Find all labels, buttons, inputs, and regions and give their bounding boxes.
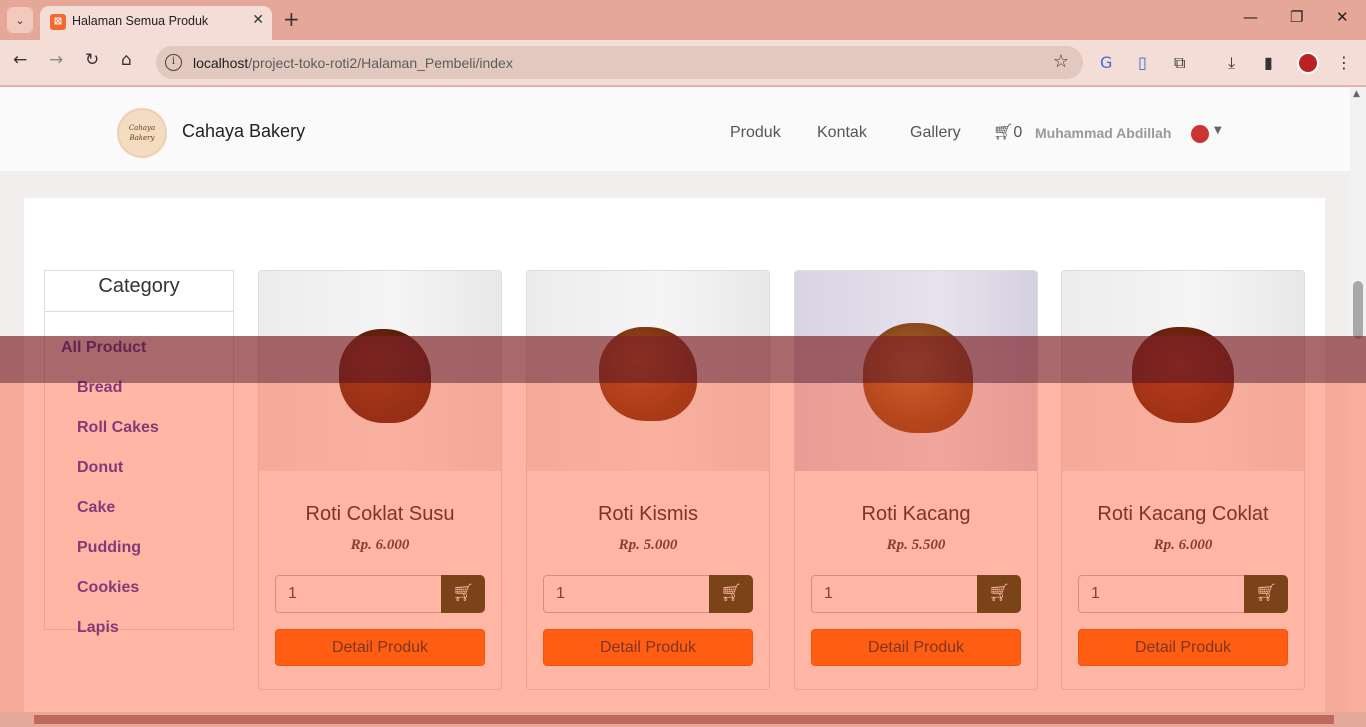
scroll-up-icon[interactable]: ▲: [1353, 89, 1360, 99]
product-card: Roti Kacang Rp. 5.500 1 🛒︎ Detail Produk: [794, 270, 1038, 690]
caret-down-icon[interactable]: ▼: [1214, 125, 1222, 136]
add-to-cart-button[interactable]: 🛒︎: [977, 575, 1021, 613]
main-content: Category All Product Bread Roll Cakes Do…: [24, 198, 1325, 727]
tab-title: Halaman Semua Produk: [72, 14, 209, 28]
site-navbar: Cahaya Bakery Cahaya Bakery Produk Konta…: [0, 87, 1350, 171]
nav-produk[interactable]: Produk: [730, 124, 781, 142]
product-name: Roti Kacang: [861, 503, 971, 525]
category-lapis[interactable]: Lapis: [77, 619, 119, 637]
product-image[interactable]: [1062, 271, 1304, 471]
category-all-product[interactable]: All Product: [61, 339, 146, 357]
product-card: Roti Coklat Susu Rp. 6.000 1 🛒︎ Detail P…: [258, 270, 502, 690]
category-roll-cakes[interactable]: Roll Cakes: [77, 419, 159, 437]
tab-search-chevron-icon[interactable]: ⌄: [7, 7, 33, 33]
bookmark-star-icon[interactable]: ☆: [1053, 51, 1069, 72]
reload-icon[interactable]: ↻: [85, 50, 99, 70]
translate-icon[interactable]: G: [1100, 53, 1112, 72]
forward-arrow-icon[interactable]: →: [49, 50, 63, 70]
add-to-cart-button[interactable]: 🛒︎: [441, 575, 485, 613]
cart-plus-icon: 🛒︎: [988, 583, 1010, 603]
reader-icon[interactable]: ▯: [1138, 53, 1147, 72]
product-price: Rp. 6.000: [1153, 537, 1213, 553]
detail-product-button[interactable]: Detail Produk: [1078, 629, 1288, 666]
add-to-cart-button[interactable]: 🛒︎: [709, 575, 753, 613]
cart-icon: 🛒︎: [993, 124, 1014, 141]
browser-toolbar: ← → ↻ ⌂ i localhost/project-toko-roti2/H…: [0, 40, 1366, 86]
user-avatar[interactable]: [1191, 125, 1209, 143]
web-page: Cahaya Bakery Cahaya Bakery Produk Konta…: [0, 87, 1350, 727]
product-image[interactable]: [795, 271, 1037, 471]
download-icon[interactable]: ⤓: [1228, 53, 1235, 73]
category-donut[interactable]: Donut: [77, 459, 123, 477]
browser-tab[interactable]: ⊠ Halaman Semua Produk ✕: [40, 6, 272, 40]
add-to-cart-button[interactable]: 🛒︎: [1244, 575, 1288, 613]
category-panel: Category All Product Bread Roll Cakes Do…: [44, 270, 234, 636]
nav-kontak[interactable]: Kontak: [817, 124, 867, 142]
side-panel-icon[interactable]: ▮: [1264, 53, 1273, 72]
new-tab-icon[interactable]: +: [283, 7, 300, 31]
site-info-icon[interactable]: i: [165, 54, 182, 71]
product-image[interactable]: [527, 271, 769, 471]
cart-count: 0: [1013, 124, 1023, 141]
product-name: Roti Kacang Coklat: [1097, 503, 1269, 525]
product-price: Rp. 6.000: [350, 537, 410, 553]
product-price: Rp. 5.500: [886, 537, 946, 553]
category-bread[interactable]: Bread: [77, 379, 122, 397]
restore-icon[interactable]: ❐: [1290, 8, 1303, 26]
nav-cart[interactable]: 🛒︎0: [993, 122, 1022, 142]
product-name: Roti Coklat Susu: [305, 503, 455, 525]
category-cookies[interactable]: Cookies: [77, 579, 139, 597]
quantity-input[interactable]: 1: [811, 575, 979, 613]
tab-close-icon[interactable]: ✕: [252, 12, 264, 28]
brand-name[interactable]: Cahaya Bakery: [182, 121, 305, 142]
back-arrow-icon[interactable]: ←: [13, 50, 27, 70]
product-card: Roti Kacang Coklat Rp. 6.000 1 🛒︎ Detail…: [1061, 270, 1305, 690]
home-icon[interactable]: ⌂: [121, 50, 132, 70]
extensions-puzzle-icon[interactable]: ⧉: [1174, 53, 1185, 73]
bakery-logo[interactable]: Cahaya Bakery: [117, 108, 167, 158]
quantity-input[interactable]: 1: [543, 575, 711, 613]
detail-product-button[interactable]: Detail Produk: [275, 629, 485, 666]
category-title: Category: [45, 271, 233, 312]
product-name: Roti Kismis: [597, 503, 698, 525]
category-cake[interactable]: Cake: [77, 499, 115, 517]
profile-avatar[interactable]: [1297, 52, 1319, 74]
scrollbar-thumb[interactable]: [1353, 281, 1363, 339]
detail-product-button[interactable]: Detail Produk: [543, 629, 753, 666]
vertical-scrollbar[interactable]: ▲: [1350, 87, 1366, 717]
user-menu[interactable]: Muhammad Abdillah: [1035, 125, 1171, 141]
cart-plus-icon: 🛒︎: [452, 583, 474, 603]
product-price: Rp. 5.000: [618, 537, 678, 553]
browser-menu-icon[interactable]: ⋮: [1336, 53, 1352, 72]
address-url[interactable]: localhost/project-toko-roti2/Halaman_Pem…: [193, 55, 513, 71]
minimize-icon[interactable]: —: [1243, 8, 1258, 26]
cart-plus-icon: 🛒︎: [1255, 583, 1277, 603]
category-pudding[interactable]: Pudding: [77, 539, 141, 557]
product-image[interactable]: [259, 271, 501, 471]
detail-product-button[interactable]: Detail Produk: [811, 629, 1021, 666]
xampp-favicon-icon: ⊠: [50, 14, 66, 30]
product-card: Roti Kismis Rp. 5.000 1 🛒︎ Detail Produk: [526, 270, 770, 690]
browser-tab-bar: ⌄ ⊠ Halaman Semua Produk ✕ + — ❐ ✕: [0, 0, 1366, 40]
horizontal-scrollbar[interactable]: [0, 712, 1366, 727]
horizontal-scrollbar-thumb[interactable]: [34, 715, 1334, 724]
cart-plus-icon: 🛒︎: [720, 583, 742, 603]
address-bar[interactable]: i localhost/project-toko-roti2/Halaman_P…: [156, 46, 1083, 79]
quantity-input[interactable]: 1: [275, 575, 443, 613]
nav-gallery[interactable]: Gallery: [910, 124, 961, 142]
quantity-input[interactable]: 1: [1078, 575, 1246, 613]
close-window-icon[interactable]: ✕: [1336, 8, 1349, 26]
